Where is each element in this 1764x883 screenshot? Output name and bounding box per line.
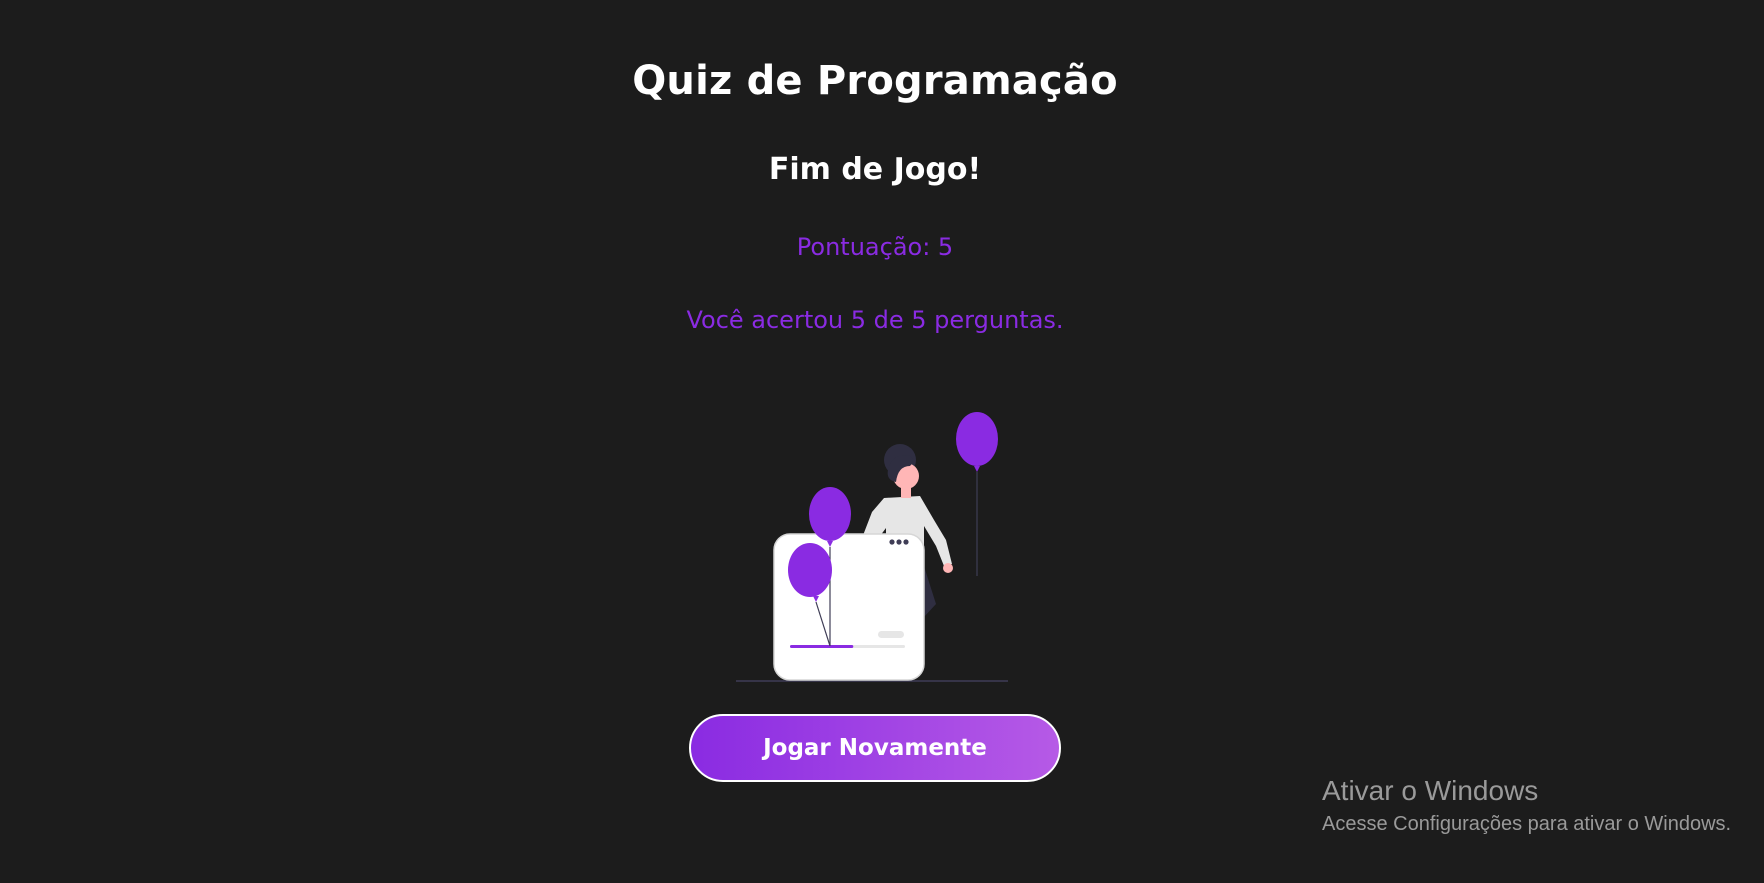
windows-activation-watermark: Ativar o Windows Acesse Configurações pa… <box>1322 774 1731 838</box>
play-again-button[interactable]: Jogar Novamente <box>689 714 1061 782</box>
score-text: Pontuação: 5 <box>796 233 954 261</box>
summary-text: Você acertou 5 de 5 perguntas. <box>686 306 1064 334</box>
watermark-subtitle: Acesse Configurações para ativar o Windo… <box>1322 813 1732 835</box>
watermark-title: Ativar o Windows <box>1322 775 1539 806</box>
game-over-heading: Fim de Jogo! <box>768 152 982 187</box>
balloon-right <box>956 412 998 466</box>
celebration-illustration <box>736 412 1008 682</box>
card-progress-fill <box>790 645 854 648</box>
balloon-top <box>809 487 851 541</box>
balloon-left <box>788 543 832 597</box>
page-title: Quiz de Programação <box>632 58 1118 104</box>
